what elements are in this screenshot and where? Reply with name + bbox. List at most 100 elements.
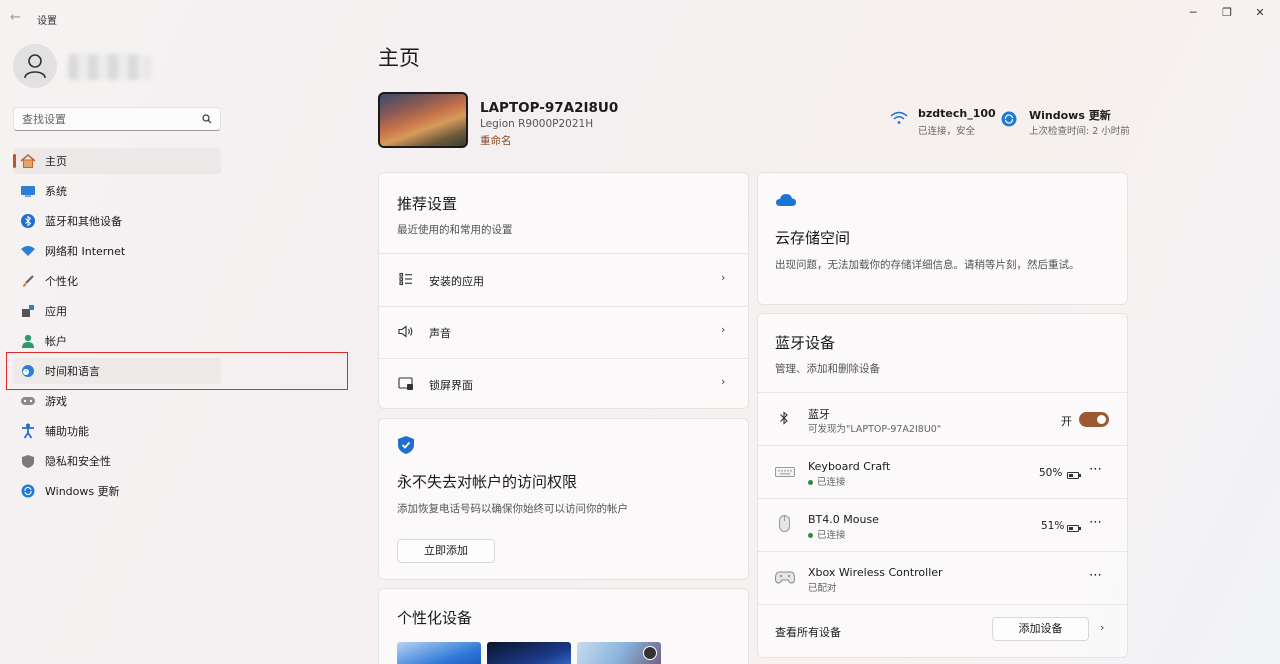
- sound-row[interactable]: 声音 ›: [379, 307, 748, 358]
- home-icon: [19, 153, 37, 169]
- back-icon[interactable]: ←: [10, 10, 21, 25]
- sidebar-item-label: 网络和 Internet: [45, 245, 126, 258]
- gamepad-icon: [19, 393, 37, 409]
- bluetooth-discoverable: 可发现为"LAPTOP-97A2I8U0": [808, 424, 942, 435]
- shield-icon: [19, 453, 37, 469]
- row-label: 安装的应用: [429, 275, 484, 288]
- card-title: 个性化设备: [397, 609, 473, 627]
- windows-update-detail: 上次检查时间: 2 小时前: [1029, 126, 1130, 137]
- chevron-right-icon: ›: [721, 323, 726, 336]
- view-all-devices-link[interactable]: 查看所有设备: [775, 624, 841, 640]
- avatar[interactable]: [13, 44, 57, 88]
- mouse-icon: [779, 515, 790, 532]
- card-subtitle: 管理、添加和删除设备: [775, 363, 880, 375]
- wifi-detail: 已连接，安全: [918, 126, 976, 137]
- more-options-icon[interactable]: ⋯: [1089, 568, 1102, 583]
- sidebar-item-system[interactable]: 系统: [13, 178, 221, 204]
- add-device-button[interactable]: 添加设备: [992, 617, 1089, 641]
- device-wallpaper-thumbnail: [378, 92, 468, 148]
- search-icon[interactable]: [202, 114, 212, 124]
- windows-update-name[interactable]: Windows 更新: [1029, 107, 1111, 123]
- device-model: Legion R9000P2021H: [480, 118, 594, 130]
- close-button[interactable]: ✕: [1245, 4, 1275, 22]
- installed-apps-row[interactable]: 安装的应用 ›: [379, 254, 748, 306]
- row-label: 锁屏界面: [429, 379, 473, 392]
- connected-dot: [808, 480, 813, 485]
- list-icon: [399, 272, 412, 286]
- sidebar-item-label: 个性化: [45, 275, 78, 288]
- card-subtitle: 添加恢复电话号码以确保你始终可以访问你的帐户: [397, 503, 628, 515]
- personalize-device-card: 个性化设备: [378, 588, 749, 664]
- sidebar-item-label: 帐户: [45, 335, 67, 348]
- card-title: 蓝牙设备: [775, 334, 836, 352]
- wifi-name[interactable]: bzdtech_100: [918, 107, 996, 120]
- theme-thumbnail-dark[interactable]: [487, 642, 571, 664]
- device-row-keyboard[interactable]: Keyboard Craft 已连接 50% ⋯: [758, 446, 1127, 498]
- accessibility-icon: [19, 423, 37, 439]
- card-title: 永不失去对帐户的访问权限: [397, 473, 578, 491]
- recommended-settings-card: 推荐设置 最近使用的和常用的设置 安装的应用 › 声音 › 锁屏界面 ›: [378, 172, 749, 409]
- search-box[interactable]: 查找设置: [13, 107, 221, 131]
- selection-indicator: [13, 154, 16, 168]
- more-options-icon[interactable]: ⋯: [1089, 462, 1102, 477]
- user-name-redacted: [68, 54, 150, 80]
- battery-icon: [1067, 471, 1081, 479]
- card-title: 推荐设置: [397, 195, 458, 213]
- sidebar-item-privacy[interactable]: 隐私和安全性: [13, 448, 221, 474]
- theme-thumbnail-photo[interactable]: [577, 642, 661, 664]
- sidebar-item-accounts[interactable]: 帐户: [13, 328, 221, 354]
- highlight-box: [6, 352, 348, 390]
- shield-check-icon: [398, 436, 414, 454]
- sidebar-item-apps[interactable]: 应用: [13, 298, 221, 324]
- theme-thumbnail-light[interactable]: [397, 642, 481, 664]
- sidebar-item-label: 辅助功能: [45, 425, 89, 438]
- page-title: 主页: [378, 46, 420, 70]
- sidebar-item-bluetooth[interactable]: 蓝牙和其他设备: [13, 208, 221, 234]
- bluetooth-toggle[interactable]: [1079, 412, 1109, 427]
- chevron-right-icon: ›: [721, 375, 726, 388]
- more-options-icon[interactable]: ⋯: [1089, 515, 1102, 530]
- cloud-storage-card: 云存储空间 出现问题，无法加载你的存储详细信息。请稍等片刻，然后重试。: [757, 172, 1128, 305]
- brush-icon: [19, 273, 37, 289]
- bluetooth-icon: [780, 411, 788, 425]
- rename-link[interactable]: 重命名: [480, 133, 512, 148]
- battery-percent: 51%: [1041, 520, 1065, 532]
- update-icon: [19, 483, 37, 499]
- chevron-right-icon[interactable]: ›: [1100, 621, 1104, 634]
- device-row-mouse[interactable]: BT4.0 Mouse 已连接 51% ⋯: [758, 499, 1127, 551]
- minimize-button[interactable]: ─: [1178, 4, 1208, 22]
- connected-dot: [808, 533, 813, 538]
- add-now-button[interactable]: 立即添加: [397, 539, 495, 563]
- device-name: Xbox Wireless Controller: [808, 566, 943, 579]
- sidebar-item-label: 蓝牙和其他设备: [45, 215, 122, 228]
- sidebar-item-label: 主页: [45, 155, 67, 168]
- sidebar-item-gaming[interactable]: 游戏: [13, 388, 221, 414]
- card-subtitle: 出现问题，无法加载你的存储详细信息。请稍等片刻，然后重试。: [775, 259, 1080, 271]
- user-icon: [24, 54, 46, 79]
- bluetooth-toggle-row: 蓝牙 可发现为"LAPTOP-97A2I8U0" 开: [758, 393, 1127, 445]
- sidebar-item-personalization[interactable]: 个性化: [13, 268, 221, 294]
- gamepad-icon: [775, 571, 795, 584]
- sidebar-item-windows-update[interactable]: Windows 更新: [13, 478, 221, 504]
- sidebar-item-label: 系统: [45, 185, 67, 198]
- lock-screen-row[interactable]: 锁屏界面 ›: [379, 359, 748, 409]
- device-name: Keyboard Craft: [808, 460, 891, 473]
- card-title: 云存储空间: [775, 229, 851, 247]
- divider: [758, 604, 1127, 605]
- account-security-card: 永不失去对帐户的访问权限 添加恢复电话号码以确保你始终可以访问你的帐户 立即添加: [378, 418, 749, 580]
- device-row-controller[interactable]: Xbox Wireless Controller 已配对 ⋯: [758, 552, 1127, 604]
- sidebar-item-accessibility[interactable]: 辅助功能: [13, 418, 221, 444]
- battery-icon: [1067, 524, 1081, 532]
- windows-update-status-icon: [1001, 111, 1017, 130]
- search-input[interactable]: 查找设置: [22, 111, 66, 127]
- title-bar: ← 设置 ─ ❐ ✕: [0, 0, 1280, 36]
- device-status: 已连接: [808, 474, 846, 488]
- wifi-icon: [19, 243, 37, 259]
- toggle-state-label: 开: [1061, 415, 1072, 428]
- sidebar-item-home[interactable]: 主页: [13, 148, 221, 174]
- account-icon: [19, 333, 37, 349]
- speaker-icon: [398, 325, 413, 338]
- restore-button[interactable]: ❐: [1212, 4, 1242, 22]
- sidebar-item-network[interactable]: 网络和 Internet: [13, 238, 221, 264]
- row-label: 声音: [429, 327, 451, 340]
